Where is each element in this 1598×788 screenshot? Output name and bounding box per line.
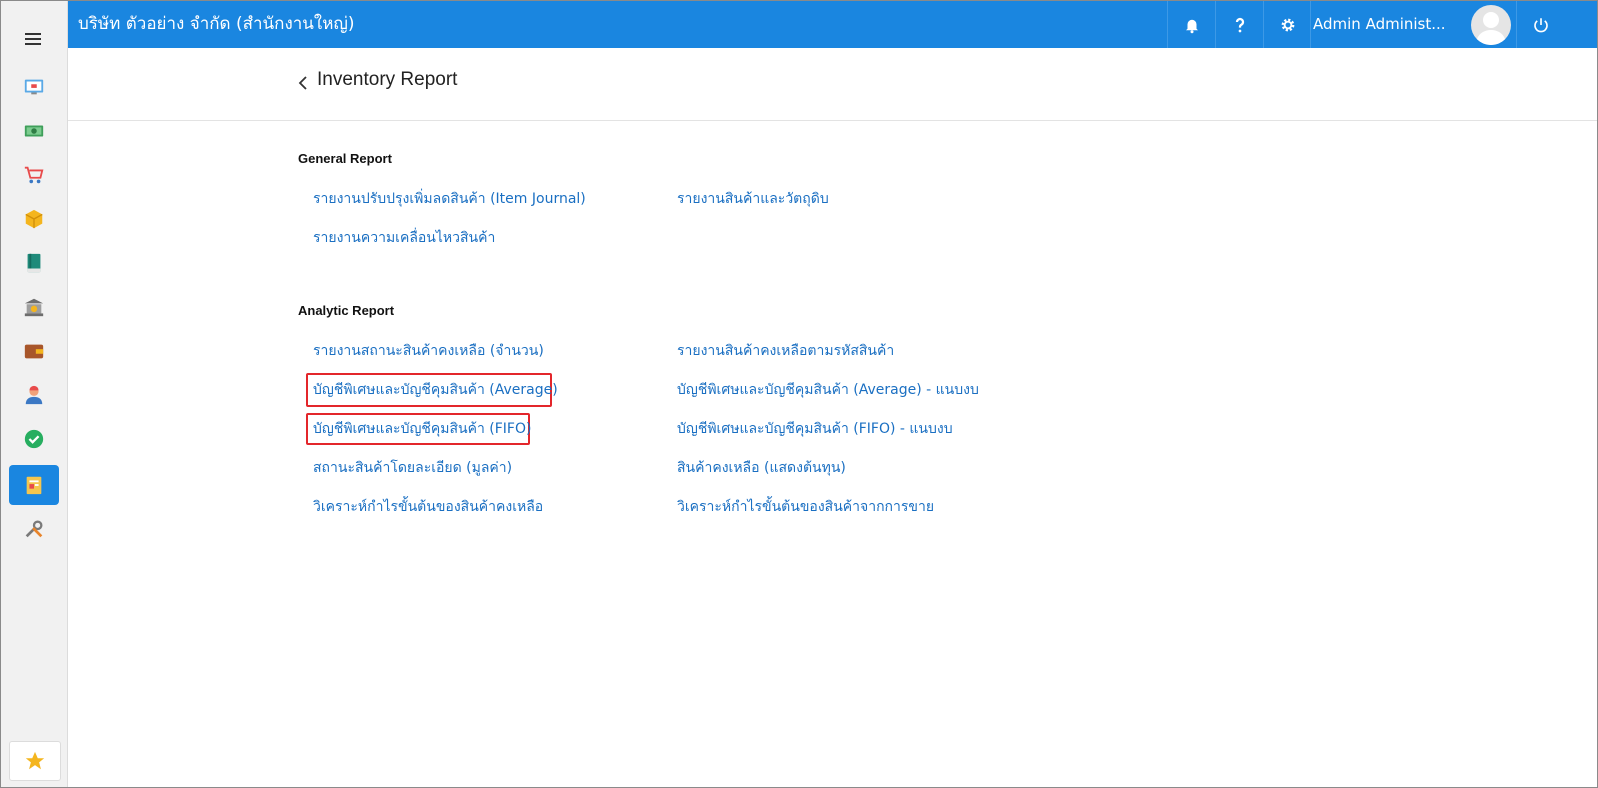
link-gross-profit-sales[interactable]: วิเคราะห์กำไรขั้นต้นของสินค้าจากการขาย: [677, 496, 934, 518]
sidebar-item-accounting[interactable]: [9, 243, 59, 283]
dashboard-icon: [24, 79, 44, 95]
tools-icon: [25, 520, 43, 538]
page-header: Inventory Report: [68, 48, 1597, 121]
section-title-general: General Report: [298, 151, 392, 166]
user-avatar-icon: [1476, 12, 1506, 45]
person-icon: [25, 385, 43, 405]
divider: [1310, 1, 1311, 48]
menu-toggle-icon[interactable]: [25, 33, 41, 45]
sidebar-item-income[interactable]: [9, 111, 59, 151]
gear-icon: [1281, 18, 1294, 31]
power-icon: [1533, 17, 1548, 32]
money-icon: [24, 125, 44, 137]
link-ledger-average-attach[interactable]: บัญชีพิเศษและบัญชีคุมสินค้า (Average) - …: [677, 379, 979, 401]
chevron-left-icon: [298, 76, 307, 90]
wallet-icon: [24, 344, 44, 359]
link-gross-profit-stock[interactable]: วิเคราะห์กำไรขั้นต้นของสินค้าคงเหลือ: [313, 496, 543, 518]
report-icon: [26, 476, 42, 495]
sidebar-item-inventory[interactable]: [9, 199, 59, 239]
back-button[interactable]: [294, 71, 314, 95]
logout-button[interactable]: [1516, 1, 1564, 48]
sidebar-item-approval[interactable]: [9, 419, 59, 459]
link-stock-movement[interactable]: รายงานความเคลื่อนไหวสินค้า: [313, 227, 495, 249]
favorites-button[interactable]: [9, 741, 61, 781]
star-icon: [25, 751, 45, 770]
sidebar-item-reports[interactable]: [9, 465, 59, 505]
sidebar-item-dashboard[interactable]: [9, 67, 59, 107]
link-stock-with-cost[interactable]: สินค้าคงเหลือ (แสดงต้นทุน): [677, 457, 846, 479]
link-products-materials[interactable]: รายงานสินค้าและวัตถุดิบ: [677, 188, 829, 210]
sidebar: [1, 1, 68, 787]
cart-icon: [24, 166, 44, 184]
avatar[interactable]: [1471, 5, 1511, 45]
bank-icon: [24, 298, 44, 317]
bell-icon: [1185, 19, 1198, 33]
sidebar-item-bank[interactable]: [9, 287, 59, 327]
section-title-analytic: Analytic Report: [298, 303, 395, 318]
sidebar-item-purchase[interactable]: [9, 155, 59, 195]
sidebar-item-contacts[interactable]: [9, 375, 59, 415]
sidebar-item-settings[interactable]: [9, 509, 59, 549]
link-stock-status-qty[interactable]: รายงานสถานะสินค้าคงเหลือ (จำนวน): [313, 340, 544, 362]
company-name[interactable]: บริษัท ตัวอย่าง จำกัด (สำนักงานใหญ่): [78, 1, 355, 47]
settings-button[interactable]: [1263, 1, 1311, 48]
box-icon: [25, 209, 43, 229]
top-bar: บริษัท ตัวอย่าง จำกัด (สำนักงานใหญ่) Adm…: [68, 1, 1597, 48]
sidebar-item-wallet[interactable]: [9, 331, 59, 371]
user-name[interactable]: Admin Administ...: [1313, 1, 1446, 48]
page-title: Inventory Report: [317, 69, 458, 90]
notification-button[interactable]: [1167, 1, 1215, 48]
link-ledger-average[interactable]: บัญชีพิเศษและบัญชีคุมสินค้า (Average): [313, 379, 558, 401]
link-stock-by-code[interactable]: รายงานสินค้าคงเหลือตามรหัสสินค้า: [677, 340, 894, 362]
link-item-journal[interactable]: รายงานปรับปรุงเพิ่มลดสินค้า (Item Journa…: [313, 188, 586, 210]
question-icon: [1235, 17, 1244, 32]
help-button[interactable]: [1215, 1, 1263, 48]
check-circle-icon: [24, 429, 44, 449]
link-stock-detail-value[interactable]: สถานะสินค้าโดยละเอียด (มูลค่า): [313, 457, 512, 479]
link-ledger-fifo-attach[interactable]: บัญชีพิเศษและบัญชีคุมสินค้า (FIFO) - แนบ…: [677, 418, 953, 440]
link-ledger-fifo[interactable]: บัญชีพิเศษและบัญชีคุมสินค้า (FIFO): [313, 418, 531, 440]
book-icon: [27, 253, 41, 273]
